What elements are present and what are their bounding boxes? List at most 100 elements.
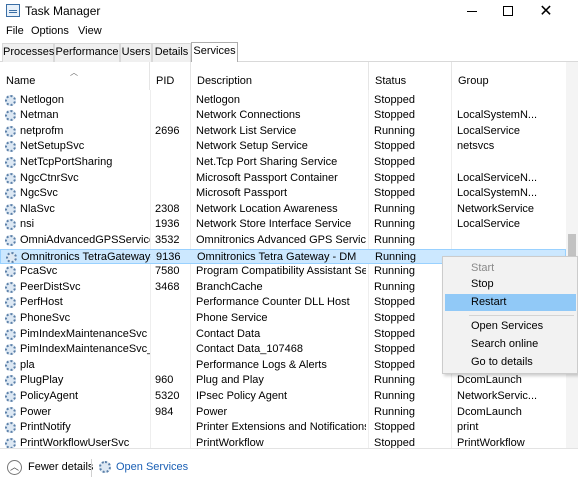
close-icon: ✕ — [539, 1, 553, 20]
tab-bar: Processes Performance Users Details Serv… — [0, 42, 578, 63]
cell-description: Net.Tcp Port Sharing Service — [196, 155, 338, 168]
cell-status: Stopped — [374, 109, 415, 122]
column-header-status[interactable]: Status — [369, 62, 452, 90]
services-table: ︿ Name PID Description Status Group Netl… — [0, 62, 566, 448]
cell-name: PimIndexMaintenanceSvc_... — [20, 343, 150, 356]
cell-description: Plug and Play — [196, 374, 264, 387]
cell-status: Stopped — [374, 296, 415, 309]
cell-name: PrintNotify — [20, 421, 71, 434]
context-restart[interactable]: Restart — [445, 294, 576, 311]
cell-status: Stopped — [374, 171, 415, 184]
service-gear-icon — [5, 422, 16, 434]
cell-status: Running — [374, 233, 415, 246]
table-row[interactable]: netprofm 2696 Network List Service Running L… — [0, 124, 566, 140]
title-bar: Task Manager ✕ — [0, 0, 578, 22]
cell-group: DcomLaunch — [457, 374, 522, 387]
table-row[interactable]: PolicyAgent 5320 IPsec Policy Agent Running… — [0, 389, 566, 405]
column-header-group[interactable]: Group — [452, 62, 566, 90]
cell-pid: 5320 — [155, 389, 180, 402]
cell-pid: 7580 — [155, 265, 180, 278]
cell-description: PrintWorkflow — [196, 436, 264, 448]
cell-name: NgcSvc — [20, 187, 58, 200]
cell-description: Microsoft Passport — [196, 187, 288, 200]
table-row[interactable]: Power 984 Power Running DcomLaunch — [0, 405, 566, 421]
fewer-details-link[interactable]: Fewer details — [28, 461, 93, 473]
table-row[interactable]: NetSetupSvc Network Setup Service Stopped n… — [0, 139, 566, 155]
service-gear-icon — [5, 125, 16, 137]
column-header-pid[interactable]: PID — [150, 62, 191, 90]
cell-name: Power — [20, 405, 52, 418]
cell-description: Power — [196, 405, 228, 418]
column-header-description[interactable]: Description — [191, 62, 369, 90]
menu-separator — [469, 315, 574, 316]
vertical-scrollbar[interactable] — [566, 62, 578, 448]
cell-description: Performance Counter DLL Host — [196, 296, 350, 309]
table-row[interactable]: PrintWorkflowUserSvc PrintWorkflow Stopped… — [0, 436, 566, 448]
cell-group: NetworkServic... — [457, 389, 538, 402]
tab-processes[interactable]: Processes — [2, 43, 54, 62]
cell-pid: 3468 — [155, 280, 180, 293]
close-button[interactable]: ✕ — [526, 0, 566, 22]
menu-file[interactable]: File — [6, 25, 24, 37]
cell-group: DcomLaunch — [457, 405, 522, 418]
cell-name: PolicyAgent — [20, 389, 79, 402]
cell-name: Netlogon — [20, 93, 65, 106]
cell-name: netprofm — [20, 124, 64, 137]
service-gear-icon — [5, 266, 16, 278]
cell-description: Omnitronics Advanced GPS Service — [196, 233, 366, 246]
menu-view[interactable]: View — [78, 25, 102, 37]
context-start[interactable]: Start — [445, 260, 576, 277]
cell-group: LocalSystemN... — [457, 109, 538, 122]
table-row[interactable]: PrintNotify Printer Extensions and Notifi… — [0, 420, 566, 436]
table-row[interactable]: nsi 1936 Network Store Interface Service Ru… — [0, 217, 566, 233]
service-gear-icon — [5, 328, 16, 340]
table-row[interactable]: Netman Network Connections Stopped LocalSys… — [0, 108, 566, 124]
tab-details[interactable]: Details — [152, 43, 191, 62]
maximize-button[interactable] — [488, 0, 528, 22]
table-row[interactable]: OmniAdvancedGPSService 3532 Omnitronics Ad… — [0, 233, 566, 249]
context-go-to-details[interactable]: Go to details — [445, 354, 576, 371]
cell-description: Contact Data_107468 — [196, 343, 304, 356]
table-row[interactable]: PlugPlay 960 Plug and Play Running DcomLaunc… — [0, 373, 566, 389]
context-menu: Start Stop Restart Open Services Search … — [442, 256, 578, 374]
cell-description: Network List Service — [196, 124, 297, 137]
cell-status: Stopped — [374, 140, 415, 153]
table-row[interactable]: NlaSvc 2308 Network Location Awareness Runn… — [0, 202, 566, 218]
cell-description: IPsec Policy Agent — [196, 389, 288, 402]
cell-status: Stopped — [374, 311, 415, 324]
cell-name: NetSetupSvc — [20, 140, 85, 153]
cell-name: pla — [20, 358, 35, 371]
context-search-online[interactable]: Search online — [445, 336, 576, 353]
cell-description: Network Location Awareness — [196, 202, 338, 215]
chevron-up-icon[interactable]: ︿ — [7, 460, 22, 475]
tab-users[interactable]: Users — [120, 43, 152, 62]
cell-name: PhoneSvc — [20, 311, 71, 324]
sort-ascending-icon: ︿ — [70, 68, 78, 77]
table-row[interactable]: NgcCtnrSvc Microsoft Passport Container St… — [0, 171, 566, 187]
service-gear-icon — [5, 234, 16, 246]
service-gear-icon — [5, 359, 16, 371]
table-row[interactable]: NgcSvc Microsoft Passport Stopped LocalSyst… — [0, 186, 566, 202]
column-header-name[interactable]: ︿ Name — [0, 62, 150, 90]
tab-services[interactable]: Services — [191, 42, 238, 63]
cell-status: Stopped — [374, 155, 415, 168]
column-header-name-label: Name — [6, 75, 36, 87]
table-row[interactable]: NetTcpPortSharing Net.Tcp Port Sharing Se… — [0, 155, 566, 171]
cell-status: Running — [374, 202, 415, 215]
cell-pid: 3532 — [155, 233, 180, 246]
service-gear-icon — [5, 297, 16, 309]
cell-status: Running — [374, 374, 415, 387]
menu-options[interactable]: Options — [31, 25, 69, 37]
tab-performance[interactable]: Performance — [54, 43, 120, 62]
table-row[interactable]: Netlogon Netlogon Stopped — [0, 93, 566, 109]
status-bar: ︿ Fewer details Open Services — [0, 448, 578, 488]
context-stop[interactable]: Stop — [445, 276, 576, 293]
cell-status: Stopped — [374, 358, 415, 371]
context-open-services[interactable]: Open Services — [445, 318, 576, 335]
cell-status: Stopped — [374, 187, 415, 200]
services-icon — [99, 461, 111, 473]
open-services-link[interactable]: Open Services — [116, 461, 188, 473]
minimize-button[interactable] — [452, 0, 492, 22]
scrollbar-thumb[interactable] — [568, 234, 576, 256]
service-gear-icon — [5, 375, 16, 387]
